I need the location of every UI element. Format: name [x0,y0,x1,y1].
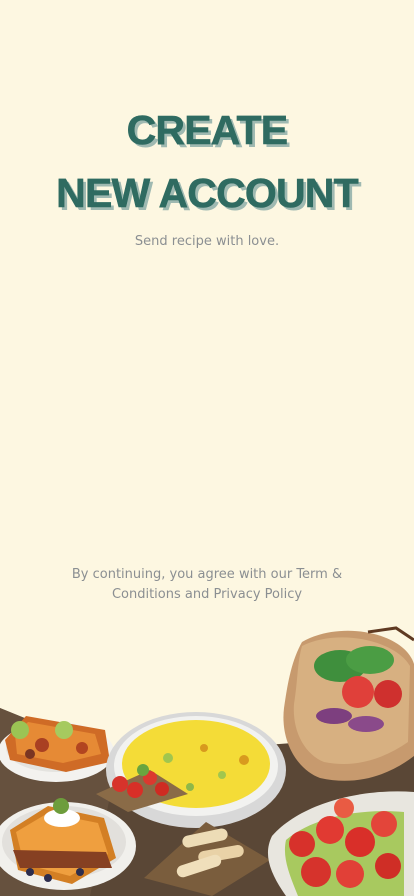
food-illustration [0,626,414,896]
lasagna-plate-top [0,716,114,782]
page-title-line-1: CREATE [126,107,288,153]
page-title: CREATE NEW ACCOUNT [0,107,414,217]
rice-bowl [106,712,286,828]
page-title-line-2: NEW ACCOUNT [56,170,359,217]
page-subtitle: Send recipe with love. [134,234,280,249]
signup-screen: CREATE NEW ACCOUNT Send recipe with love… [0,0,414,896]
pita-wrap [283,626,414,781]
terms-consent-text: By continuing, you agree with our Term &… [71,567,343,602]
